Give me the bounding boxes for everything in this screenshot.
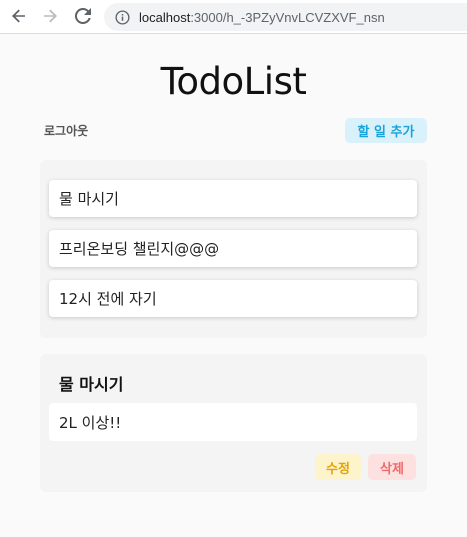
add-todo-button[interactable]: 할 일 추가 (345, 118, 427, 143)
back-icon[interactable] (8, 5, 30, 27)
page-title: TodoList (160, 60, 307, 103)
forward-icon[interactable] (39, 5, 61, 27)
todo-item[interactable]: 물 마시기 (49, 180, 417, 217)
todo-detail: 물 마시기 2L 이상!! 수정 삭제 (40, 354, 427, 492)
url-path: :3000/h_-3PZyVnvLCVZXVF_nsn (190, 9, 385, 25)
url-text: localhost:3000/h_-3PZyVnvLCVZXVF_nsn (139, 10, 385, 25)
detail-title: 물 마시기 (59, 375, 124, 394)
detail-content: 2L 이상!! (49, 403, 417, 441)
browser-toolbar: localhost:3000/h_-3PZyVnvLCVZXVF_nsn (0, 0, 467, 34)
todo-list: 물 마시기 프리온보딩 챌린지@@@ 12시 전에 자기 (40, 160, 427, 338)
url-host: localhost (139, 9, 191, 25)
delete-button[interactable]: 삭제 (368, 454, 416, 480)
todo-item[interactable]: 12시 전에 자기 (49, 280, 417, 317)
address-bar[interactable]: localhost:3000/h_-3PZyVnvLCVZXVF_nsn (104, 3, 467, 31)
reload-icon[interactable] (72, 5, 94, 27)
todo-item[interactable]: 프리온보딩 챌린지@@@ (49, 230, 417, 267)
logout-button[interactable]: 로그아웃 (44, 122, 88, 139)
info-icon[interactable] (114, 9, 130, 25)
edit-button[interactable]: 수정 (315, 454, 361, 480)
